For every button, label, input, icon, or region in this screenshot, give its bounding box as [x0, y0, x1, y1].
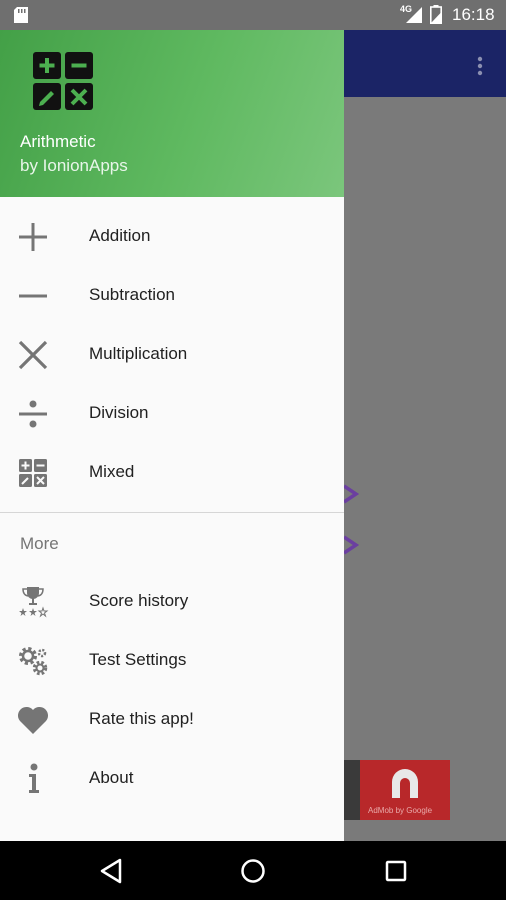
signal-icon	[406, 7, 422, 23]
divider	[0, 512, 344, 513]
multiply-icon	[18, 340, 48, 370]
app-byline: by IonionApps	[20, 156, 128, 175]
menu-item-multiplication[interactable]: Multiplication	[0, 325, 344, 384]
menu-item-label: Multiplication	[89, 344, 188, 363]
navigation-drawer: Arithmetic by IonionApps Addition Subtra…	[0, 30, 344, 841]
overflow-menu-icon[interactable]	[468, 54, 492, 78]
section-header-more: More	[20, 534, 59, 553]
menu-item-label: Addition	[89, 226, 151, 245]
minus-icon	[19, 294, 47, 298]
recents-icon[interactable]	[384, 859, 408, 883]
menu-item-addition[interactable]: Addition	[0, 207, 344, 266]
menu-item-mixed[interactable]: Mixed	[0, 443, 344, 502]
chevron-right-icon	[344, 484, 360, 504]
calculator-icon	[19, 459, 47, 487]
menu-item-division[interactable]: Division	[0, 384, 344, 443]
battery-icon	[430, 5, 442, 24]
info-icon	[29, 763, 39, 793]
back-icon[interactable]	[98, 857, 124, 885]
clock: 16:18	[452, 5, 495, 24]
divide-icon	[19, 400, 47, 428]
calculator-icon	[33, 52, 93, 110]
status-bar: 4G 16:18	[0, 0, 506, 30]
admob-logo-icon	[392, 769, 418, 798]
ad-banner-left[interactable]	[344, 760, 360, 820]
menu-item-label: Score history	[89, 591, 189, 610]
chevron-right-icon	[344, 535, 360, 555]
menu-item-label: Mixed	[89, 462, 135, 481]
menu-item-label: Subtraction	[89, 285, 175, 304]
ad-banner[interactable]: AdMob by Google	[360, 760, 450, 820]
menu-item-score-history[interactable]: Score history	[0, 572, 344, 631]
menu-item-about[interactable]: About	[0, 749, 344, 808]
drawer-header: Arithmetic by IonionApps	[0, 30, 344, 197]
sd-card-icon	[14, 7, 28, 23]
menu-item-rate-app[interactable]: Rate this app!	[0, 690, 344, 749]
heart-icon	[17, 706, 49, 734]
menu-item-label: Division	[89, 403, 149, 422]
ad-label: AdMob by Google	[368, 806, 433, 815]
dimmed-content[interactable]	[344, 97, 506, 841]
plus-icon	[19, 223, 47, 251]
menu-item-subtraction[interactable]: Subtraction	[0, 266, 344, 325]
menu-item-label: Test Settings	[89, 650, 187, 669]
menu-item-test-settings[interactable]: Test Settings	[0, 631, 344, 690]
app-name: Arithmetic	[20, 132, 96, 151]
home-icon[interactable]	[240, 858, 266, 884]
trophy-icon	[19, 587, 49, 618]
gears-icon	[19, 647, 48, 676]
menu-item-label: About	[89, 768, 134, 787]
system-navigation-bar	[0, 841, 506, 900]
menu-item-label: Rate this app!	[89, 709, 194, 728]
